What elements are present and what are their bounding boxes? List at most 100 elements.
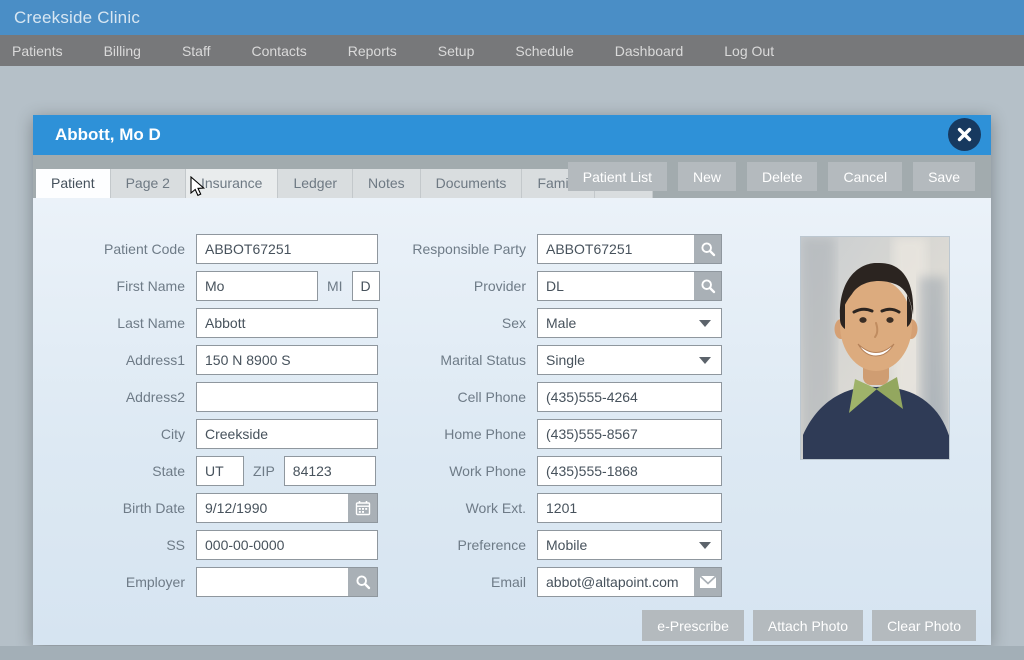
tab-page-2[interactable]: Page 2 <box>111 169 186 198</box>
cancel-button[interactable]: Cancel <box>828 162 902 191</box>
e-prescribe-button[interactable]: e-Prescribe <box>642 610 744 641</box>
sex-value: Male <box>546 315 576 331</box>
provider-search-button[interactable] <box>694 271 722 301</box>
app-header: Creekside Clinic <box>0 0 1024 35</box>
first-name-input[interactable] <box>196 271 318 301</box>
email-label: Email <box>396 574 526 590</box>
close-icon <box>957 127 972 142</box>
nav-item-setup[interactable]: Setup <box>438 43 475 59</box>
work-phone-label: Work Phone <box>396 463 526 479</box>
main-nav: Patients Billing Staff Contacts Reports Setup… <box>0 35 1024 66</box>
save-button[interactable]: Save <box>913 162 975 191</box>
tab-documents[interactable]: Documents <box>421 169 523 198</box>
nav-item-dashboard[interactable]: Dashboard <box>615 43 684 59</box>
form-row-state: State ZIP <box>71 456 380 486</box>
form-row-marital-status: Marital Status Single <box>396 345 722 375</box>
marital-status-value: Single <box>546 352 585 368</box>
form-row-provider: Provider <box>396 271 722 301</box>
search-icon <box>700 241 716 257</box>
form-row-address1: Address1 <box>71 345 380 375</box>
sex-label: Sex <box>396 315 526 331</box>
app-title: Creekside Clinic <box>14 8 140 28</box>
email-email-button[interactable] <box>694 567 722 597</box>
delete-button[interactable]: Delete <box>747 162 817 191</box>
mi-label: MI <box>327 278 343 294</box>
work-phone-input[interactable] <box>537 456 722 486</box>
new-button[interactable]: New <box>678 162 736 191</box>
nav-item-schedule[interactable]: Schedule <box>515 43 573 59</box>
nav-item-patients[interactable]: Patients <box>12 43 63 59</box>
preference-label: Preference <box>396 537 526 553</box>
marital-status-select[interactable]: Single <box>537 345 722 375</box>
form-row-employer: Employer <box>71 567 380 597</box>
form-row-work-ext: Work Ext. <box>396 493 722 523</box>
form-row-cell-phone: Cell Phone <box>396 382 722 412</box>
bottom-band <box>0 646 1024 660</box>
employer-label: Employer <box>71 574 185 590</box>
dialog-toolbar: PatientPage 2InsuranceLedgerNotesDocumen… <box>33 155 991 198</box>
preference-select[interactable]: Mobile <box>537 530 722 560</box>
responsible-party-label: Responsible Party <box>396 241 526 257</box>
provider-label: Provider <box>396 278 526 294</box>
city-input[interactable] <box>196 419 378 449</box>
work-ext-label: Work Ext. <box>396 500 526 516</box>
form-row-work-phone: Work Phone <box>396 456 722 486</box>
state-input[interactable] <box>196 456 244 486</box>
ss-input[interactable] <box>196 530 378 560</box>
chevron-down-icon <box>699 542 711 549</box>
clear-photo-button[interactable]: Clear Photo <box>872 610 976 641</box>
nav-item-contacts[interactable]: Contacts <box>252 43 307 59</box>
form-row-first-name: First NameMI <box>71 271 380 301</box>
address1-label: Address1 <box>71 352 185 368</box>
responsible-party-search-button[interactable] <box>694 234 722 264</box>
footer-buttons: e-Prescribe Attach Photo Clear Photo <box>642 610 976 641</box>
dialog-title: Abbott, Mo D <box>55 125 161 145</box>
nav-item-log-out[interactable]: Log Out <box>724 43 774 59</box>
responsible-party-input[interactable] <box>537 234 694 264</box>
tab-notes[interactable]: Notes <box>353 169 421 198</box>
attach-photo-button[interactable]: Attach Photo <box>753 610 863 641</box>
tab-insurance[interactable]: Insurance <box>186 169 278 198</box>
email-input[interactable] <box>537 567 694 597</box>
form-row-email: Email <box>396 567 722 597</box>
form-row-address2: Address2 <box>71 382 380 412</box>
address2-input[interactable] <box>196 382 378 412</box>
provider-input[interactable] <box>537 271 694 301</box>
patient-dialog: Abbott, Mo D PatientPage 2InsuranceLedge… <box>33 115 991 645</box>
last-name-label: Last Name <box>71 315 185 331</box>
zip-label: ZIP <box>253 463 275 479</box>
state-label: State <box>71 463 185 479</box>
marital-status-label: Marital Status <box>396 352 526 368</box>
birth-date-input[interactable] <box>196 493 348 523</box>
close-button[interactable] <box>948 118 981 151</box>
work-ext-input[interactable] <box>537 493 722 523</box>
sex-select[interactable]: Male <box>537 308 722 338</box>
form-column-right: Responsible Party Provider Sex Male Marital … <box>396 234 722 604</box>
address1-input[interactable] <box>196 345 378 375</box>
dialog-titlebar: Abbott, Mo D <box>33 115 991 155</box>
patient-list-button[interactable]: Patient List <box>568 162 667 191</box>
last-name-input[interactable] <box>196 308 378 338</box>
home-phone-label: Home Phone <box>396 426 526 442</box>
zip-input[interactable] <box>284 456 376 486</box>
nav-item-reports[interactable]: Reports <box>348 43 397 59</box>
birth-date-label: Birth Date <box>71 500 185 516</box>
screen: Creekside Clinic Patients Billing Staff Con… <box>0 0 1024 660</box>
patient-code-input[interactable] <box>196 234 378 264</box>
form-row-patient-code: Patient Code <box>71 234 380 264</box>
mi-input[interactable] <box>352 271 380 301</box>
nav-item-staff[interactable]: Staff <box>182 43 211 59</box>
form-row-ss: SS <box>71 530 380 560</box>
nav-item-billing[interactable]: Billing <box>104 43 141 59</box>
employer-input[interactable] <box>196 567 348 597</box>
tab-ledger[interactable]: Ledger <box>278 169 353 198</box>
employer-search-button[interactable] <box>348 567 378 597</box>
chevron-down-icon <box>699 320 711 327</box>
birth-date-calendar-button[interactable] <box>348 493 378 523</box>
form-row-sex: Sex Male <box>396 308 722 338</box>
tab-patient[interactable]: Patient <box>36 169 111 198</box>
home-phone-input[interactable] <box>537 419 722 449</box>
form-row-preference: Preference Mobile <box>396 530 722 560</box>
cell-phone-input[interactable] <box>537 382 722 412</box>
email-icon <box>699 575 717 589</box>
